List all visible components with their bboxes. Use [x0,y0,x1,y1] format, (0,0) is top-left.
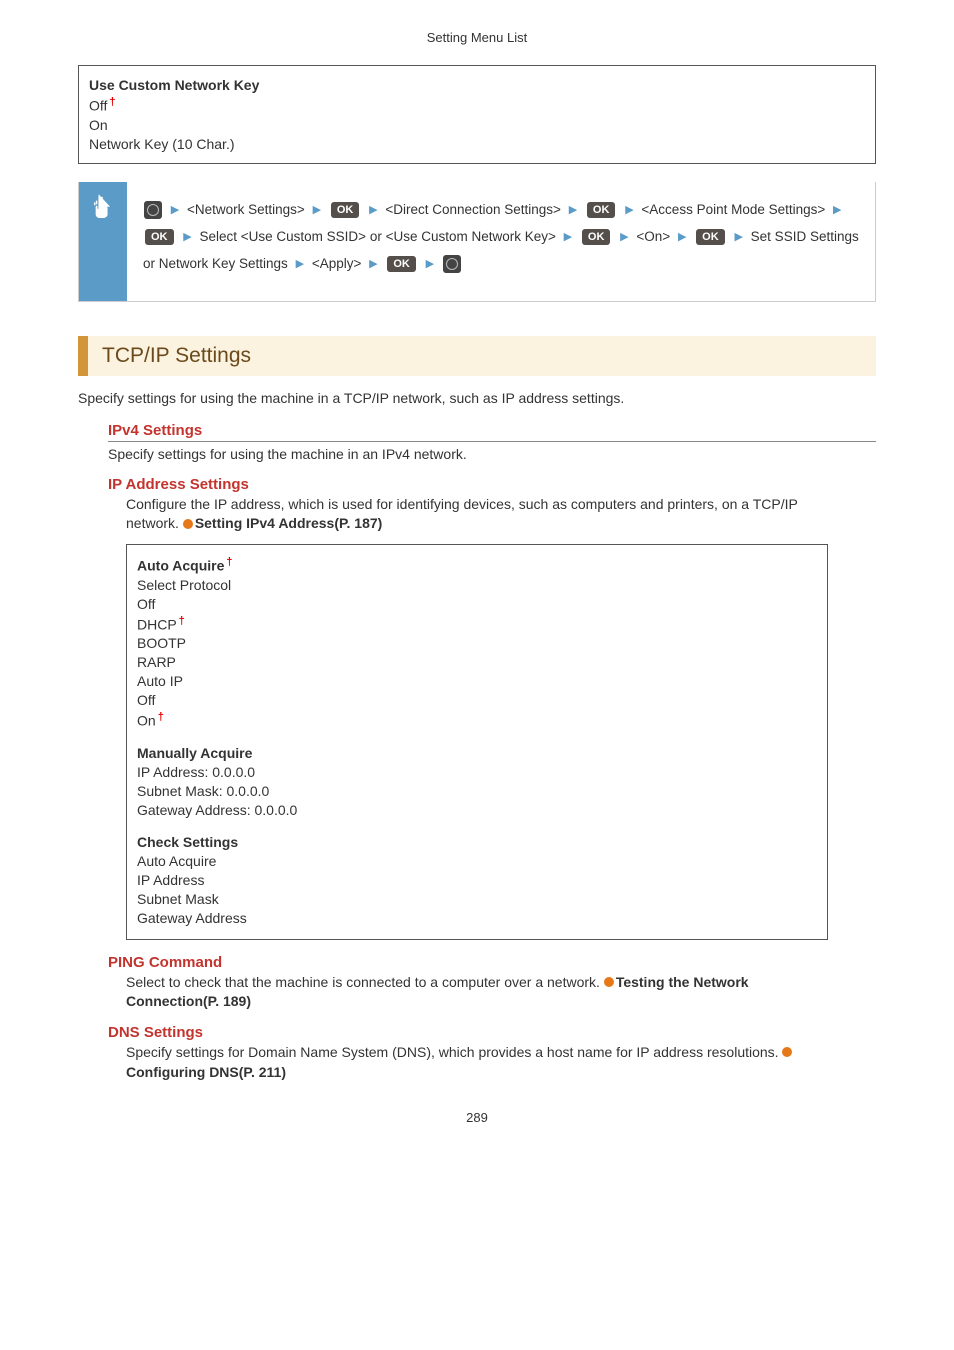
ip-settings-box: Auto Acquire† Select Protocol Off DHCP† … [126,544,828,940]
pointer-icon [92,194,114,220]
option-on: On [89,117,865,133]
dns-desc-text: Specify settings for Domain Name System … [126,1044,782,1060]
check-auto: Auto Acquire [137,853,817,869]
arrow-icon: ▶ [625,199,633,221]
section-heading-tcpip: TCP/IP Settings [78,336,876,376]
link-icon [186,520,193,528]
subheading-ip-address: IP Address Settings [108,476,876,493]
dagger-icon: † [226,556,232,568]
dns-desc: Specify settings for Domain Name System … [126,1043,828,1082]
steps-icon-col [79,182,127,301]
select-protocol: Select Protocol [137,577,817,593]
step-text: Select <Use Custom SSID> or <Use Custom … [200,229,556,244]
dagger-icon: † [109,96,115,108]
option-network-key: Network Key (10 Char.) [89,136,865,152]
check-ip: IP Address [137,872,817,888]
arrow-icon: ▶ [569,199,577,221]
ip-address-link[interactable]: Setting IPv4 Address(P. 187) [195,515,383,531]
man-ip: IP Address: 0.0.0.0 [137,764,817,780]
autoip-off: Off [137,692,817,708]
ip-address-desc: Configure the IP address, which is used … [126,495,828,534]
proto-bootp: BOOTP [137,635,817,651]
arrow-icon: ▶ [833,199,841,221]
link-icon [785,1048,792,1056]
option-off: Off† [89,96,865,114]
subheading-ping: PING Command [108,954,876,971]
dagger-icon: † [158,711,164,723]
autoip-on: On† [137,711,817,729]
custom-network-key-box: Use Custom Network Key Off† On Network K… [78,65,876,164]
proto-off: Off [137,596,817,612]
ok-key-icon: OK [587,202,616,218]
page-header: Setting Menu List [78,30,876,45]
arrow-icon: ▶ [564,226,572,248]
ping-desc-text: Select to check that the machine is conn… [126,974,604,990]
step-text: <Network Settings> [187,202,305,217]
arrow-icon: ▶ [678,226,686,248]
ok-key-icon: OK [331,202,360,218]
subheading-dns: DNS Settings [108,1024,876,1041]
arrow-icon: ▶ [620,226,628,248]
arrow-icon: ▶ [734,226,742,248]
ok-key-icon: OK [696,229,725,245]
proto-rarp: RARP [137,654,817,670]
step-text: <Apply> [312,256,362,271]
ping-desc: Select to check that the machine is conn… [126,973,828,1012]
ok-key-icon: OK [145,229,174,245]
page-number: 289 [78,1110,876,1125]
arrow-icon: ▶ [313,199,321,221]
ok-key-icon: OK [582,229,611,245]
link-icon [607,978,614,986]
steps-body: ▶ <Network Settings> ▶ OK ▶ <Direct Conn… [127,182,875,301]
check-settings-title: Check Settings [137,834,817,850]
auto-acquire-title: Auto Acquire† [137,556,817,574]
arrow-icon: ▶ [296,253,304,275]
ipv4-desc: Specify settings for using the machine i… [108,446,876,462]
arrow-icon: ▶ [369,199,377,221]
dns-link[interactable]: Configuring DNS(P. 211) [126,1064,286,1080]
check-subnet: Subnet Mask [137,891,817,907]
man-gateway: Gateway Address: 0.0.0.0 [137,802,817,818]
arrow-icon: ▶ [426,253,434,275]
step-text: <Direct Connection Settings> [385,202,561,217]
subheading-ipv4: IPv4 Settings [108,422,876,442]
dagger-icon: † [179,615,185,627]
arrow-icon: ▶ [369,253,377,275]
home-key-icon [443,255,461,273]
ok-key-icon: OK [387,256,416,272]
home-key-icon [144,201,162,219]
manually-acquire-title: Manually Acquire [137,745,817,761]
arrow-icon: ▶ [171,199,179,221]
steps-callout: ▶ <Network Settings> ▶ OK ▶ <Direct Conn… [78,182,876,302]
proto-dhcp: DHCP† [137,615,817,633]
auto-ip: Auto IP [137,673,817,689]
man-subnet: Subnet Mask: 0.0.0.0 [137,783,817,799]
step-text: <On> [636,229,670,244]
section-desc: Specify settings for using the machine i… [78,390,876,406]
box-title: Use Custom Network Key [89,77,865,93]
check-gateway: Gateway Address [137,910,817,926]
step-text: <Access Point Mode Settings> [641,202,825,217]
arrow-icon: ▶ [183,226,191,248]
